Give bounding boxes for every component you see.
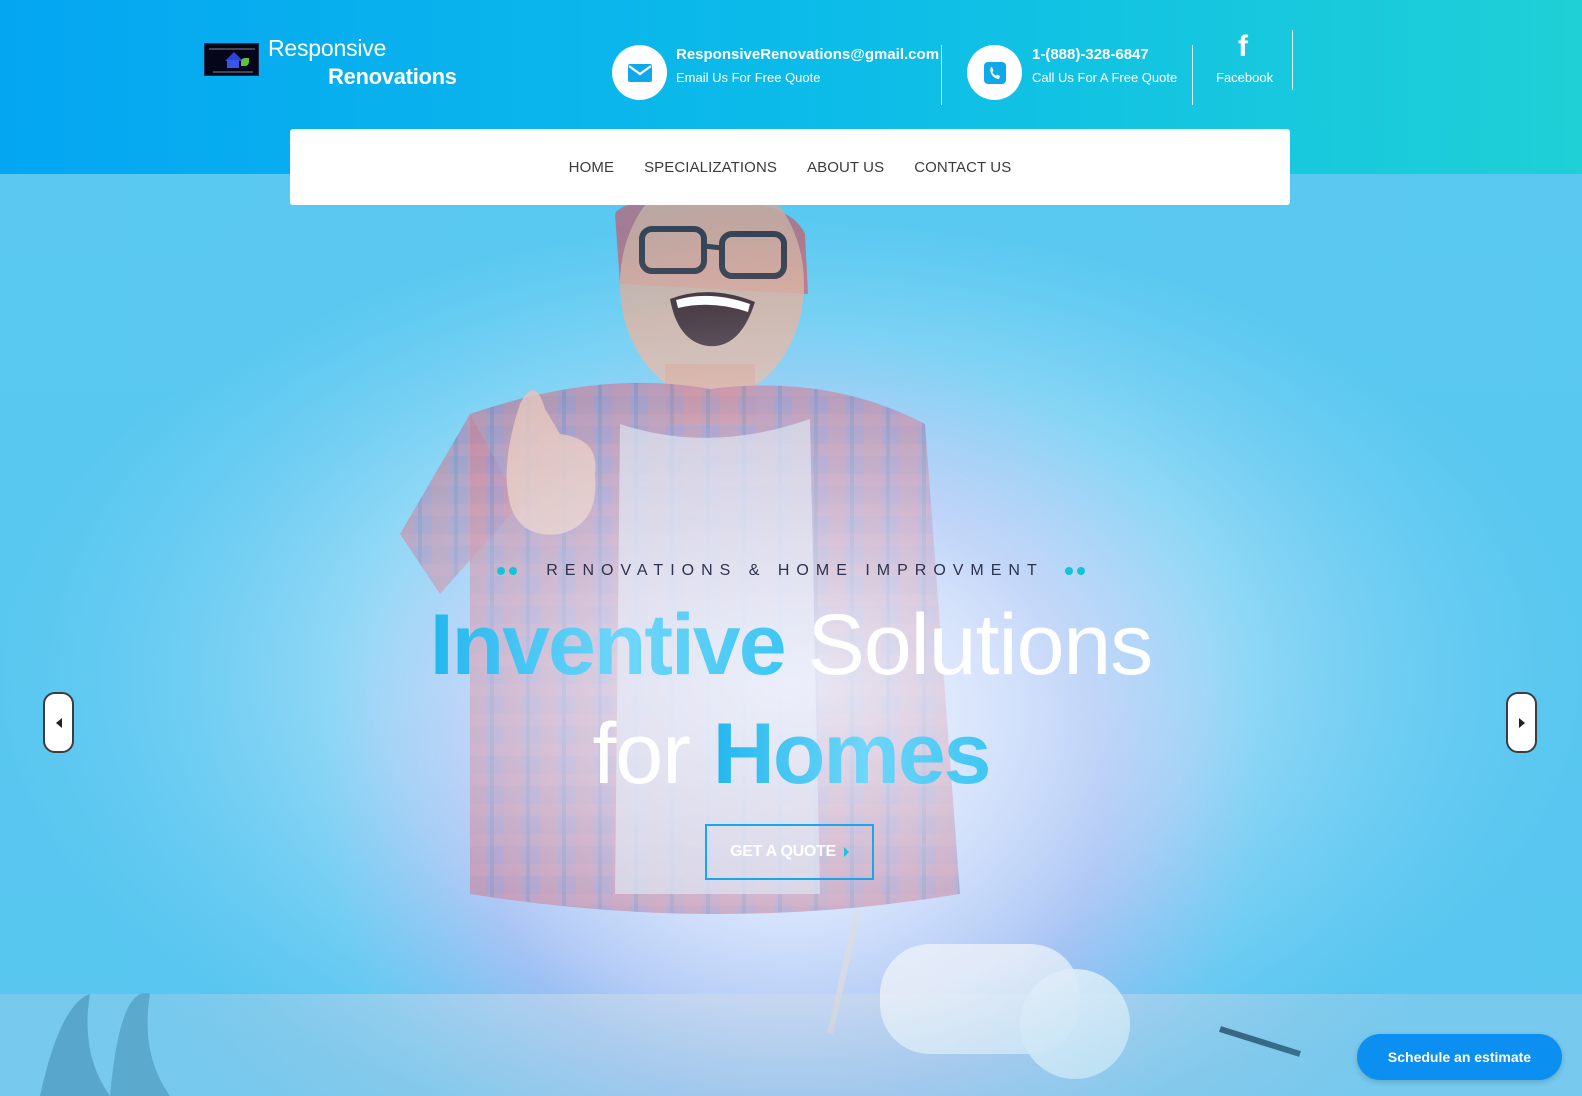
phone-number[interactable]: 1-(888)-328-6847 (1032, 46, 1149, 63)
header-divider (1192, 45, 1193, 105)
header-divider (1292, 30, 1293, 90)
hero-tagline-row: RENOVATIONS & HOME IMPROVMENT (0, 562, 1582, 580)
chevron-right-icon (1518, 717, 1525, 728)
phone-subtitle: Call Us For A Free Quote (1032, 70, 1178, 85)
chevron-left-icon (55, 717, 62, 728)
facebook-icon[interactable]: f (1233, 32, 1253, 62)
slider-prev-button[interactable] (43, 692, 74, 753)
brand-logo[interactable] (204, 43, 259, 76)
hero-headline-line1: Inventive Solutions (0, 597, 1582, 693)
hero-headline-line2: for Homes (0, 706, 1582, 802)
email-address[interactable]: ResponsiveRenovations@gmail.com (676, 46, 939, 63)
headline-for: for (592, 706, 690, 802)
schedule-estimate-button[interactable]: Schedule an estimate (1357, 1034, 1562, 1080)
page: Responsive Renovations ResponsiveRenovat… (0, 0, 1582, 1096)
caret-right-icon (843, 847, 849, 857)
nav-item-contact-us[interactable]: CONTACT US (914, 159, 1011, 176)
brand-name-line1[interactable]: Responsive (268, 35, 386, 62)
nav-item-about-us[interactable]: ABOUT US (807, 159, 884, 176)
slider-next-button[interactable] (1506, 692, 1537, 753)
main-nav: HOME SPECIALIZATIONS ABOUT US CONTACT US (290, 129, 1290, 205)
phone-circle[interactable] (967, 45, 1022, 100)
hero-tagline: RENOVATIONS & HOME IMPROVMENT (546, 562, 1044, 580)
get-a-quote-label: GET A QUOTE (730, 843, 836, 860)
nav-item-home[interactable]: HOME (569, 159, 614, 176)
header-divider (941, 45, 942, 105)
envelope-icon (627, 63, 652, 82)
headline-solutions: Solutions (807, 597, 1153, 693)
brand-name-line2[interactable]: Renovations (328, 64, 457, 90)
phone-icon (983, 61, 1006, 84)
email-circle[interactable] (612, 45, 667, 100)
accent-dots-left (495, 562, 519, 580)
email-subtitle: Email Us For Free Quote (676, 70, 821, 85)
facebook-link[interactable]: Facebook (1216, 70, 1273, 85)
get-a-quote-button[interactable]: GET A QUOTE (705, 824, 874, 880)
accent-dots-right (1063, 562, 1087, 580)
headline-inventive: Inventive (429, 597, 787, 693)
nav-item-specializations[interactable]: SPECIALIZATIONS (644, 159, 777, 176)
headline-homes: Homes (712, 706, 992, 802)
